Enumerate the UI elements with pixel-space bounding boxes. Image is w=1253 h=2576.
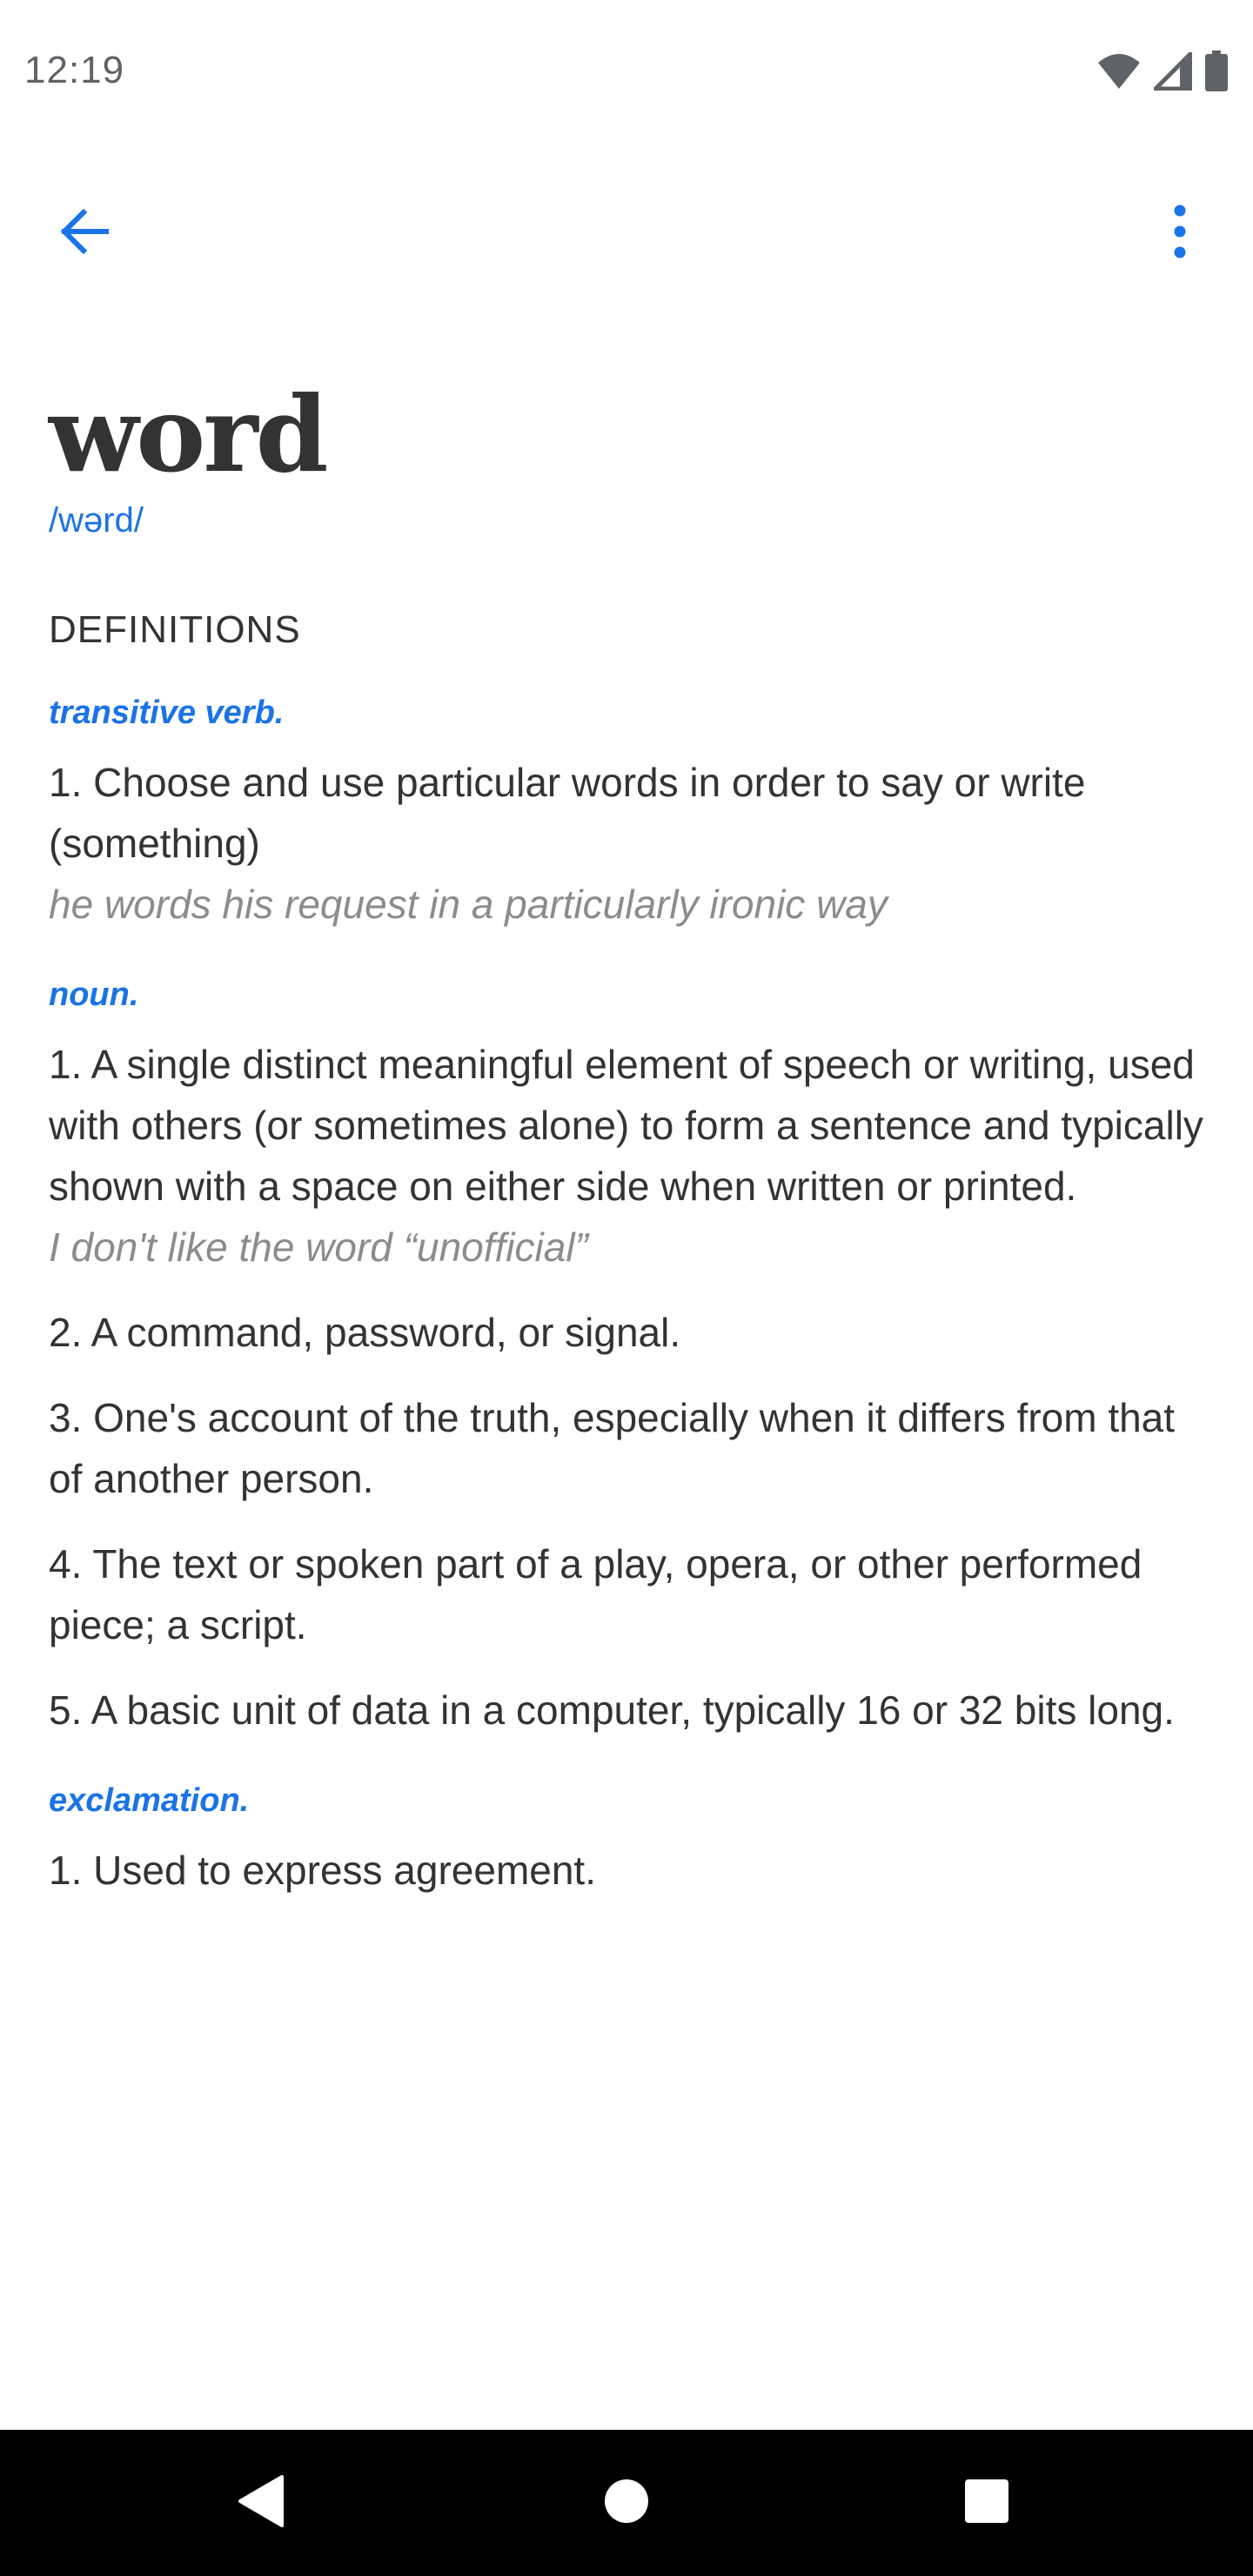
home-circle-icon [603,2478,650,2529]
definition-text: 5. A basic unit of data in a computer, t… [49,1687,1175,1733]
recents-square-icon [964,2479,1009,2528]
definition-text: 1. Choose and use particular words in or… [49,760,1086,866]
part-of-speech: exclamation. [49,1782,250,1819]
status-bar: 12:19 [0,0,1253,150]
arrow-left-icon [56,204,111,264]
nav-recents-button[interactable] [943,2459,1030,2546]
definition-text: 2. A command, password, or signal. [49,1310,681,1355]
back-triangle-icon [237,2474,285,2532]
app-bar [0,150,1253,320]
battery-icon [1204,50,1229,97]
definition-text: 1. A single distinct meaningful element … [49,1042,1203,1209]
phonetic-transcription: /wərd/ [49,501,144,540]
more-vert-icon [1171,204,1189,264]
headword: word [49,373,328,496]
definition-content: word /wərd/ DEFINITIONS transitive verb.… [49,374,1206,1901]
definitions-heading: DEFINITIONS [49,608,301,651]
status-icons [1096,48,1229,97]
part-of-speech: noun. [49,976,139,1013]
definition-text: 1. Used to express agreement. [49,1848,596,1893]
definition-text: 4. The text or spoken part of a play, op… [49,1541,1142,1647]
usage-example: I don't like the word “unofficial” [49,1224,588,1270]
wifi-icon [1096,52,1142,95]
more-options-button[interactable] [1131,184,1229,282]
nav-back-button[interactable] [218,2459,305,2546]
definition-text: 3. One's account of the truth, especiall… [49,1395,1176,1501]
part-of-speech: transitive verb. [49,694,285,731]
status-time: 12:19 [24,49,125,91]
usage-example: he words his request in a particularly i… [49,882,888,927]
cell-signal-icon [1149,48,1193,95]
nav-home-button[interactable] [583,2459,670,2546]
system-navigation-bar [0,2430,1253,2576]
back-button[interactable] [35,184,132,282]
